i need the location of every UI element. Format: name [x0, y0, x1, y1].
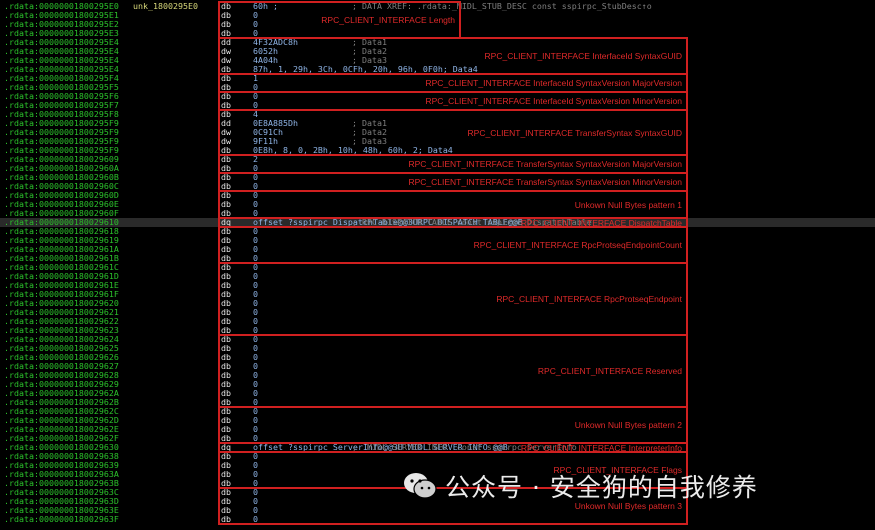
annotation-label: RPC_CLIENT_INTERFACE RpcProtseqEndpoint — [496, 294, 682, 304]
annotation-box: RPC_CLIENT_INTERFACE TransferSyntax Synt… — [218, 172, 688, 192]
annotation-label: RPC_CLIENT_INTERFACE TransferSyntax Synt… — [467, 127, 682, 138]
annotation-box: RPC_CLIENT_INTERFACE InterfaceId SyntaxG… — [218, 37, 688, 75]
annotation-box: Unkown Null Bytes pattern 2 — [218, 406, 688, 444]
watermark-text: 公众号 · 安全狗的自我修养 — [445, 473, 758, 502]
annotation-label: RPC_CLIENT_INTERFACE RpcProtseqEndpointC… — [473, 240, 682, 250]
annotation-box: RPC_CLIENT_INTERFACE Reserved — [218, 334, 688, 408]
annotation-label: RPC_CLIENT_INTERFACE TransferSyntax Synt… — [408, 177, 682, 187]
annotation-label: RPC_CLIENT_INTERFACE InterfaceId SyntaxV… — [425, 96, 682, 106]
annotation-label: Unkown Null Bytes pattern 2 — [574, 420, 682, 430]
annotation-label: RPC_CLIENT_INTERFACE InterfaceId SyntaxV… — [425, 78, 682, 88]
annotation-label: RPC_CLIENT_INTERFACE TransferSyntax Synt… — [408, 159, 682, 169]
annotation-box: RPC_CLIENT_INTERFACE InterfaceId SyntaxV… — [218, 91, 688, 111]
wechat-icon — [403, 471, 437, 501]
line-label[interactable]: unk_1800295E0 — [133, 2, 198, 11]
annotation-box: RPC_CLIENT_INTERFACE InterfaceId SyntaxV… — [218, 73, 688, 93]
line-address: .rdata:000000018002963F — [4, 514, 119, 524]
annotation-label: RPC_CLIENT_INTERFACE InterfaceId SyntaxG… — [484, 51, 682, 61]
annotation-box: Unkown Null Bytes pattern 1 — [218, 190, 688, 219]
annotation-box: RPC_CLIENT_INTERFACE RpcProtseqEndpoint — [218, 262, 688, 336]
annotation-box: RPC_CLIENT_INTERFACE Length — [218, 1, 461, 39]
annotation-label: RPC_CLIENT_INTERFACE Reserved — [537, 366, 682, 376]
disassembly-view[interactable]: .rdata:00000001800295E0 unk_1800295E0 db 60… — [0, 0, 875, 530]
annotation-box: RPC_CLIENT_INTERFACE TransferSyntax Synt… — [218, 109, 688, 156]
annotation-box: RPC_CLIENT_INTERFACE TransferSyntax Synt… — [218, 154, 688, 174]
annotation-label: RPC_CLIENT_INTERFACE Length — [321, 15, 455, 25]
annotation-label: Unkown Null Bytes pattern 1 — [574, 199, 682, 210]
watermark: 公众号 · 安全狗的自我修养 — [403, 466, 758, 506]
annotation-box: RPC_CLIENT_INTERFACE RpcProtseqEndpointC… — [218, 226, 688, 264]
